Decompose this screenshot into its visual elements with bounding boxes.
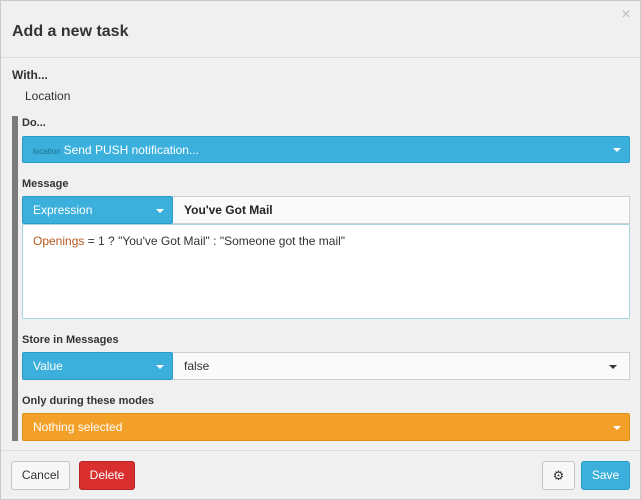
modes-select[interactable]: Nothing selected — [22, 413, 630, 441]
caret-down-icon — [613, 148, 621, 152]
delete-button[interactable]: Delete — [79, 461, 135, 490]
with-value: Location — [25, 89, 71, 103]
dialog-title: Add a new task — [12, 23, 129, 40]
action-select-text: location Send PUSH notification... — [33, 137, 199, 165]
settings-button[interactable]: ⚙ — [542, 461, 575, 490]
store-type-select[interactable]: Value — [22, 352, 173, 380]
caret-down-icon — [156, 209, 164, 213]
expression-editor[interactable]: Openings = 1 ? "You've Got Mail" : "Some… — [22, 224, 630, 319]
caret-down-icon — [613, 426, 621, 430]
header-divider — [1, 57, 641, 58]
action-group-bar — [12, 116, 18, 441]
action-value: Send PUSH notification... — [63, 143, 199, 157]
cancel-button[interactable]: Cancel — [11, 461, 70, 490]
expression-variable: Openings — [33, 234, 85, 248]
do-label: Do... — [22, 117, 46, 129]
add-task-dialog: × Add a new task With... Location Do... … — [0, 0, 641, 500]
store-value-select[interactable]: false — [173, 352, 630, 380]
caret-down-icon — [609, 365, 617, 369]
modes-value: Nothing selected — [33, 420, 123, 434]
store-type-value: Value — [33, 359, 63, 373]
action-select[interactable]: location Send PUSH notification... — [22, 136, 630, 163]
expression-rest: = 1 ? "You've Got Mail" : "Someone got t… — [84, 234, 346, 248]
with-label: With... — [12, 68, 48, 82]
message-value-field[interactable]: You've Got Mail — [173, 196, 630, 224]
message-type-value: Expression — [33, 203, 93, 217]
caret-down-icon — [156, 365, 164, 369]
action-prefix: location — [33, 147, 61, 156]
store-label: Store in Messages — [22, 334, 119, 346]
store-value-text: false — [184, 359, 210, 373]
message-type-select[interactable]: Expression — [22, 196, 173, 224]
close-icon[interactable]: × — [619, 7, 633, 23]
footer-divider — [1, 450, 641, 451]
gear-icon: ⚙ — [552, 468, 565, 483]
message-label: Message — [22, 178, 69, 190]
modes-label: Only during these modes — [22, 395, 155, 407]
save-button[interactable]: Save — [581, 461, 630, 490]
